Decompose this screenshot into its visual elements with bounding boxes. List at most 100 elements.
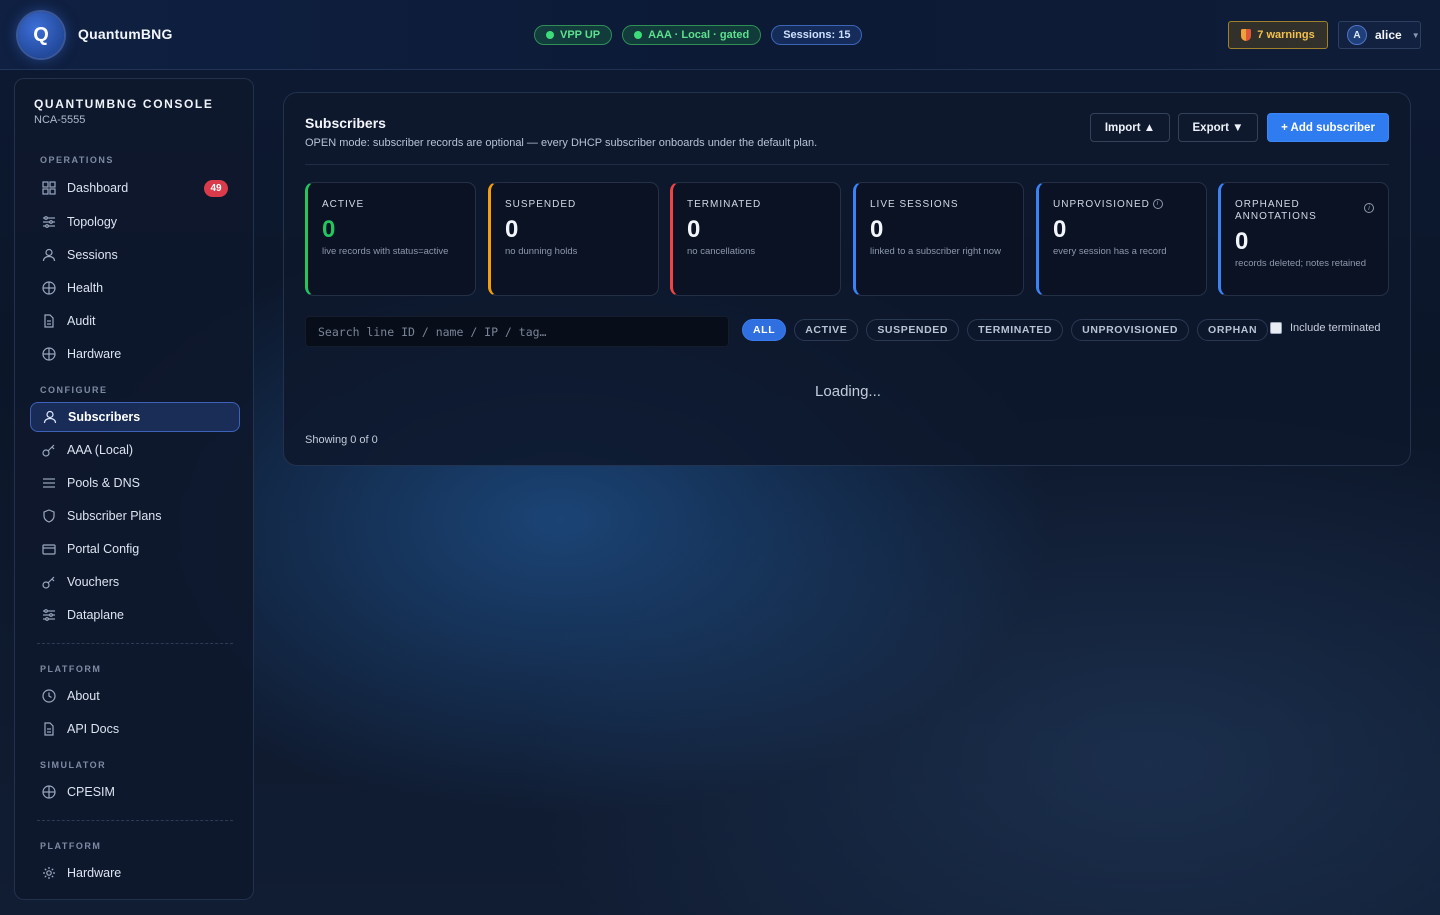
stat-value: 0 <box>870 216 884 243</box>
sidebar-item-label: Dashboard <box>67 181 129 195</box>
results-count: Showing 0 of 0 <box>305 434 378 446</box>
sidebar-item-portal-config[interactable]: Portal Config <box>30 534 240 564</box>
header-divider <box>305 164 1389 165</box>
app-name: QuantumBNG <box>78 26 173 42</box>
status-pills: VPP UP AAA · Local · gated Sessions: 15 <box>534 25 863 45</box>
stat-label: UNPROVISIONED i <box>1053 199 1163 211</box>
stat-label: ORPHANED ANNOTATIONS <box>1235 199 1317 222</box>
include-terminated-toggle[interactable]: Include terminated <box>1270 322 1381 334</box>
stat-description: no dunning holds <box>505 246 578 257</box>
sidebar-item-label: Dataplane <box>67 608 124 622</box>
sidebar-item-label: Subscribers <box>68 410 141 424</box>
console-subtitle: NCA-5555 <box>34 114 86 126</box>
add-subscriber-button[interactable]: + Add subscriber <box>1267 113 1389 142</box>
include-terminated-checkbox[interactable] <box>1270 322 1282 334</box>
sidebar-item-about[interactable]: About <box>30 681 240 711</box>
info-icon[interactable]: i <box>1364 203 1374 213</box>
import-button[interactable]: Import ▲ <box>1090 113 1170 142</box>
sidebar-item-aaa-local[interactable]: AAA (Local) <box>30 435 240 465</box>
stat-description: no cancellations <box>687 246 756 257</box>
sidebar-divider <box>37 820 233 821</box>
stat-value: 0 <box>505 216 519 243</box>
search-input[interactable] <box>305 316 729 347</box>
sidebar-item-hardware-2[interactable]: Hardware <box>30 858 240 888</box>
section-label-platform-2: PLATFORM <box>40 841 102 851</box>
warnings-label: 7 warnings <box>1257 29 1315 41</box>
stat-value: 0 <box>687 216 701 243</box>
sliders-icon <box>42 215 56 229</box>
document-icon <box>42 722 56 736</box>
stat-value: 0 <box>322 216 336 243</box>
app-logo[interactable]: Q <box>18 12 64 58</box>
sidebar-item-subscribers[interactable]: Subscribers <box>30 402 240 432</box>
page-title: Subscribers <box>305 115 386 131</box>
sidebar-item-label: AAA (Local) <box>67 443 134 457</box>
sidebar: QUANTUMBNG CONSOLE NCA-5555 OPERATIONS D… <box>14 78 254 900</box>
key-icon <box>42 443 56 457</box>
card-icon <box>42 542 56 556</box>
status-label: Sessions: 15 <box>783 29 851 41</box>
console-title: QUANTUMBNG CONSOLE <box>34 97 214 111</box>
globe-icon <box>42 281 56 295</box>
sliders-icon <box>42 608 56 622</box>
stat-label: TERMINATED <box>687 199 762 210</box>
sidebar-item-cpesim[interactable]: CPESIM <box>30 777 240 807</box>
stat-card-unprovisioned: UNPROVISIONED i 0 every session has a rec… <box>1036 182 1207 296</box>
filter-chip-orphan[interactable]: ORPHAN <box>1197 319 1269 341</box>
sidebar-item-label: Topology <box>67 215 118 229</box>
sidebar-item-hardware[interactable]: Hardware <box>30 339 240 369</box>
sidebar-item-label: Sessions <box>67 248 118 262</box>
warnings-button[interactable]: 7 warnings <box>1228 21 1328 49</box>
sidebar-item-label: Hardware <box>67 866 122 880</box>
sidebar-item-vouchers[interactable]: Vouchers <box>30 567 240 597</box>
top-bar: Q QuantumBNG VPP UP AAA · Local · gated … <box>0 0 1440 70</box>
stat-card-orphaned: ORPHANED ANNOTATIONS i 0 records deleted… <box>1218 182 1389 296</box>
user-icon <box>42 248 56 262</box>
status-label: AAA · Local · gated <box>648 29 750 41</box>
sidebar-item-subscriber-plans[interactable]: Subscriber Plans <box>30 501 240 531</box>
sidebar-item-label: Hardware <box>67 347 122 361</box>
sidebar-item-audit[interactable]: Audit <box>30 306 240 336</box>
section-label-operations: OPERATIONS <box>40 155 114 165</box>
user-menu-button[interactable]: A alice ▼ <box>1338 21 1421 49</box>
list-icon <box>42 476 56 490</box>
sidebar-item-dataplane[interactable]: Dataplane <box>30 600 240 630</box>
sessions-count-badge: Sessions: 15 <box>771 25 863 45</box>
globe-icon <box>42 785 56 799</box>
filter-chip-all[interactable]: ALL <box>742 319 787 341</box>
avatar: A <box>1347 25 1367 45</box>
vpp-status-badge: VPP UP <box>534 25 613 45</box>
sidebar-item-api-docs[interactable]: API Docs <box>30 714 240 744</box>
user-name: alice <box>1375 28 1402 42</box>
filter-chip-terminated[interactable]: TERMINATED <box>967 319 1064 341</box>
aaa-status-badge: AAA · Local · gated <box>622 25 762 45</box>
sidebar-item-dashboard[interactable]: Dashboard 49 <box>30 173 240 203</box>
section-label-configure: CONFIGURE <box>40 385 108 395</box>
export-button[interactable]: Export ▼ <box>1178 113 1258 142</box>
filter-chip-unprovisioned[interactable]: UNPROVISIONED <box>1071 319 1190 341</box>
sidebar-item-health[interactable]: Health <box>30 273 240 303</box>
sidebar-item-sessions[interactable]: Sessions <box>30 240 240 270</box>
stat-description: linked to a subscriber right now <box>870 246 1001 257</box>
shield-icon <box>42 509 56 523</box>
info-icon[interactable]: i <box>1152 199 1163 210</box>
notification-badge: 49 <box>204 180 228 197</box>
filter-chip-suspended[interactable]: SUSPENDED <box>866 319 960 341</box>
stat-description: every session has a record <box>1053 246 1167 257</box>
globe-icon <box>42 347 56 361</box>
stat-value: 0 <box>1053 216 1067 243</box>
grid-icon <box>42 181 56 195</box>
stat-value: 0 <box>1235 228 1249 255</box>
sidebar-item-label: About <box>67 689 100 703</box>
sidebar-item-label: Audit <box>67 314 96 328</box>
loading-indicator: Loading... <box>815 383 881 400</box>
status-dot-icon <box>634 31 643 39</box>
sidebar-item-label: Pools & DNS <box>67 476 140 490</box>
sidebar-item-pools-dns[interactable]: Pools & DNS <box>30 468 240 498</box>
sidebar-item-topology[interactable]: Topology <box>30 207 240 237</box>
filter-chip-active[interactable]: ACTIVE <box>794 319 859 341</box>
document-icon <box>42 314 56 328</box>
shield-icon <box>1241 29 1252 41</box>
user-icon <box>43 410 57 424</box>
include-terminated-label: Include terminated <box>1290 322 1381 334</box>
